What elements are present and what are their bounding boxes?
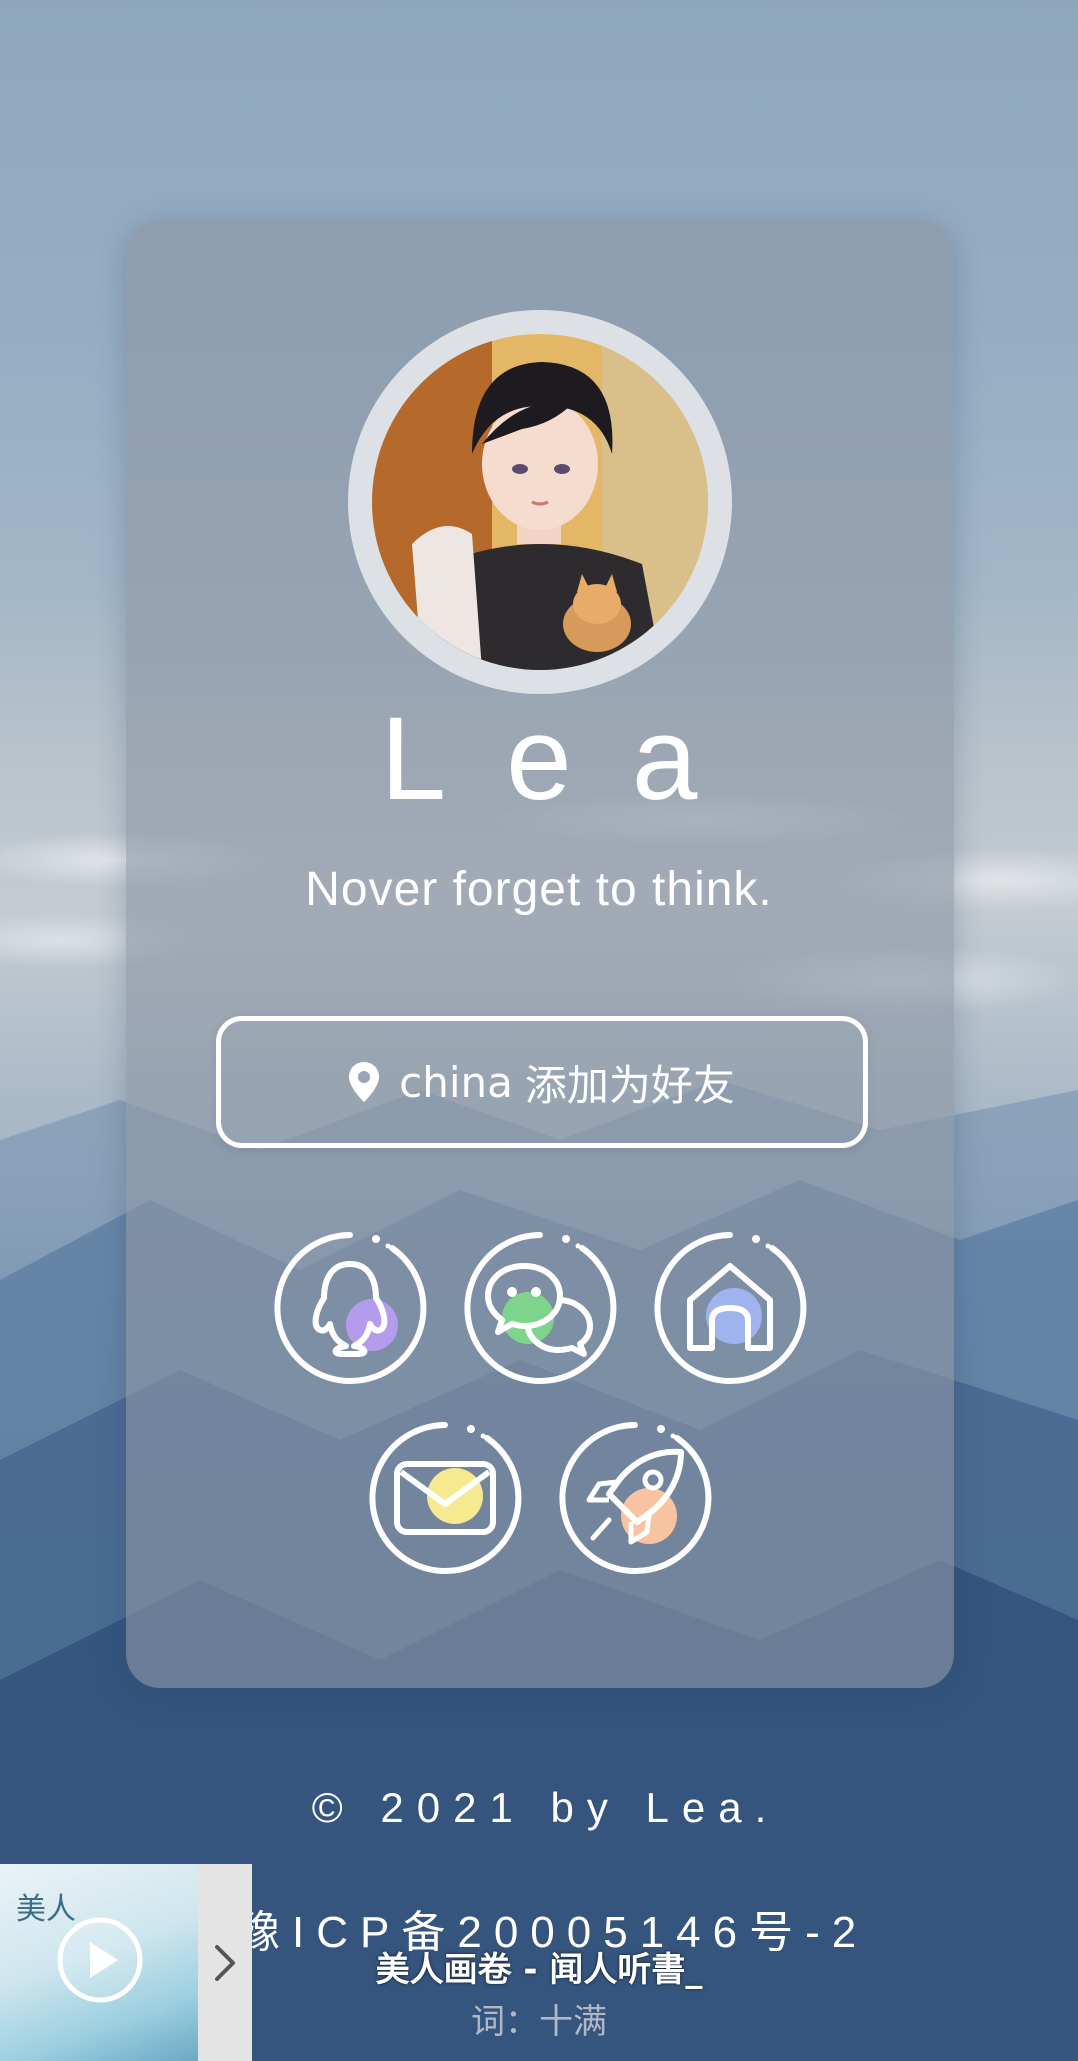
location-pin-icon [349, 1062, 380, 1102]
avatar[interactable] [348, 310, 732, 694]
avatar-image [372, 334, 708, 670]
profile-motto: Nover forget to think. [305, 863, 773, 916]
qq-icon [274, 1232, 427, 1384]
add-friend-label: 添加为好友 [524, 1060, 735, 1110]
add-friend-button[interactable]: china 添加为好友 [216, 1016, 868, 1148]
wechat-icon [464, 1232, 617, 1384]
profile-name: Lea [380, 693, 758, 825]
rocket-link-button[interactable] [557, 1420, 713, 1576]
location-text: china [399, 1057, 513, 1107]
lyric-line: 词：十满 [471, 2002, 607, 2042]
copyright-text: © 2021 by Lea. [311, 1784, 780, 1831]
wechat-link-button[interactable] [462, 1230, 618, 1386]
home-icon [654, 1232, 807, 1384]
email-icon [369, 1422, 522, 1574]
rocket-icon [559, 1422, 712, 1574]
qq-link-button[interactable] [272, 1230, 428, 1386]
email-link-button[interactable] [367, 1420, 523, 1576]
home-link-button[interactable] [652, 1230, 808, 1386]
song-title: 美人画卷 - 闻人听書_ [375, 1950, 703, 1990]
